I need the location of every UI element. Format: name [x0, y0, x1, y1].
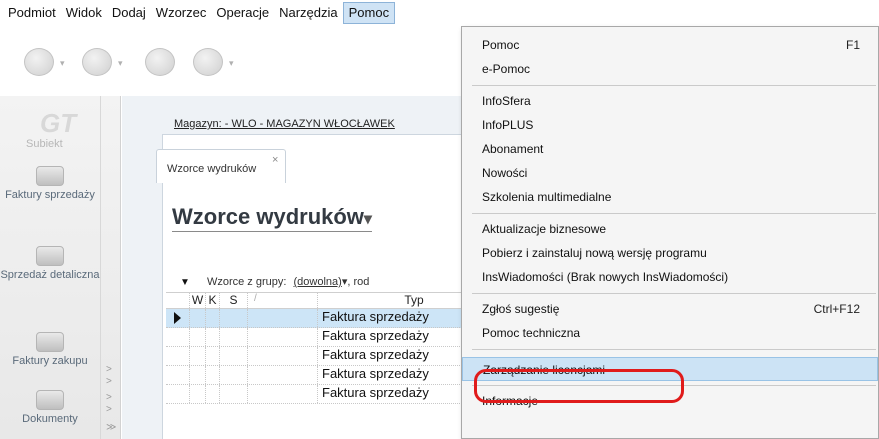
tools-icon[interactable]	[145, 48, 175, 76]
menu-bar: Podmiot Widok Dodaj Wzorzec Operacje Nar…	[0, 0, 879, 26]
menu-widok[interactable]: Widok	[61, 2, 107, 24]
sidebar-item-label: Dokumenty	[22, 413, 78, 425]
current-row-arrow-icon	[174, 312, 181, 324]
sidebar-item-label: Faktury zakupu	[12, 355, 88, 367]
sidebar-item-dokumenty[interactable]: Dokumenty	[0, 390, 100, 426]
back-dropdown-icon[interactable]: ▾	[60, 58, 65, 69]
invoice-icon	[36, 166, 64, 186]
menu-wzorzec[interactable]: Wzorzec	[151, 2, 212, 24]
sidebar-item-label: Sprzedaż detaliczna	[0, 269, 100, 281]
sidebar-collapse-strip[interactable]: > > > > ≫	[100, 96, 121, 439]
menu-item-pomoc-techniczna[interactable]: Pomoc techniczna	[462, 321, 878, 345]
column-header-s[interactable]: S	[220, 293, 248, 308]
column-header-k[interactable]: K	[206, 293, 220, 308]
back-icon[interactable]	[24, 48, 54, 76]
documents-icon	[36, 390, 64, 410]
chevron-down-icon[interactable]: ▾	[364, 211, 372, 228]
sidebar-item-label: Faktury sprzedaży	[5, 189, 95, 201]
retail-icon	[36, 246, 64, 266]
sort-icon[interactable]: /	[248, 293, 318, 308]
menu-item-nowosci[interactable]: Nowości	[462, 161, 878, 185]
menu-item-abonament[interactable]: Abonament	[462, 137, 878, 161]
tab-label: Wzorce wydruków	[167, 163, 257, 175]
subiekt-logo: GT Subiekt	[26, 108, 77, 150]
menu-item-pomoc[interactable]: Pomoc F1	[462, 33, 878, 57]
menu-separator	[472, 349, 876, 350]
table-row[interactable]: Faktura sprzedaży	[166, 347, 506, 366]
templates-grid: W K S / Typ Faktura sprzedaży Faktura sp…	[166, 292, 506, 404]
sidebar-item-sprzedaz-detaliczna[interactable]: Sprzedaż detaliczna	[0, 246, 100, 282]
menu-separator	[472, 293, 876, 294]
chevron-right-icon[interactable]: >	[106, 392, 112, 403]
menu-item-szkolenia[interactable]: Szkolenia multimedialne	[462, 185, 878, 209]
purchase-invoice-icon	[36, 332, 64, 352]
shortcut-label: F1	[845, 38, 860, 52]
warehouse-selector[interactable]: Magazyn: - WLO - MAGAZYN WŁOCŁAWEK	[174, 118, 395, 130]
forward-dropdown-icon[interactable]: ▾	[118, 58, 123, 69]
menu-separator	[472, 213, 876, 214]
menu-item-aktualizacje[interactable]: Aktualizacje biznesowe	[462, 217, 878, 241]
table-row[interactable]: Faktura sprzedaży	[166, 328, 506, 347]
menu-dodaj[interactable]: Dodaj	[107, 2, 151, 24]
annotation-highlight-ring	[474, 369, 684, 403]
chevron-right-icon[interactable]: >	[106, 376, 112, 387]
menu-item-pobierz[interactable]: Pobierz i zainstaluj nową wersję program…	[462, 241, 878, 265]
page-title[interactable]: Wzorce wydruków▾	[172, 204, 372, 232]
menu-pomoc[interactable]: Pomoc	[342, 2, 396, 24]
menu-narzedzia[interactable]: Narzędzia	[274, 2, 343, 24]
chevron-right-icon[interactable]: >	[106, 404, 112, 415]
table-row[interactable]: Faktura sprzedaży	[166, 366, 506, 385]
menu-separator	[472, 85, 876, 86]
shortcut-label: Ctrl+F12	[813, 302, 860, 316]
row-indicator	[166, 309, 190, 327]
filter-label: Wzorce z grupy:	[206, 276, 287, 288]
menu-item-infosfera[interactable]: InfoSfera	[462, 89, 878, 113]
table-row[interactable]: Faktura sprzedaży	[166, 309, 506, 328]
close-icon[interactable]: ×	[272, 154, 278, 166]
help-icon[interactable]	[193, 48, 223, 76]
grid-header: W K S / Typ	[166, 292, 506, 309]
menu-podmiot[interactable]: Podmiot	[3, 2, 61, 24]
collapse-triangle-icon[interactable]: ▼	[180, 277, 190, 288]
menu-item-infoplus[interactable]: InfoPLUS	[462, 113, 878, 137]
column-header-w[interactable]: W	[190, 293, 206, 308]
menu-item-inswiadomosci[interactable]: InsWiadomości (Brak nowych InsWiadomości…	[462, 265, 878, 289]
help-dropdown-icon[interactable]: ▾	[229, 58, 234, 69]
chevron-double-right-icon[interactable]: ≫	[106, 422, 116, 433]
tab-wzorce-wydrukow[interactable]: Wzorce wydruków ×	[156, 149, 286, 183]
forward-icon[interactable]	[82, 48, 112, 76]
grid-header-indicator	[166, 293, 190, 308]
filter-rest: , rod	[347, 276, 370, 288]
sidebar-item-faktury-sprzedazy[interactable]: Faktury sprzedaży	[0, 166, 100, 202]
chevron-right-icon[interactable]: >	[106, 364, 112, 375]
menu-operacje[interactable]: Operacje	[211, 2, 274, 24]
menu-item-zglos-sugestie[interactable]: Zgłoś sugestię Ctrl+F12	[462, 297, 878, 321]
group-filter: ▼ Wzorce z grupy: (dowolna)▾, rod	[180, 275, 369, 288]
menu-item-e-pomoc[interactable]: e-Pomoc	[462, 57, 878, 81]
sidebar-item-faktury-zakupu[interactable]: Faktury zakupu	[0, 332, 100, 368]
module-sidebar: GT Subiekt Faktury sprzedaży Sprzedaż de…	[0, 96, 121, 439]
table-row[interactable]: Faktura sprzedaży	[166, 385, 506, 404]
group-filter-dropdown[interactable]: (dowolna)	[294, 276, 342, 288]
